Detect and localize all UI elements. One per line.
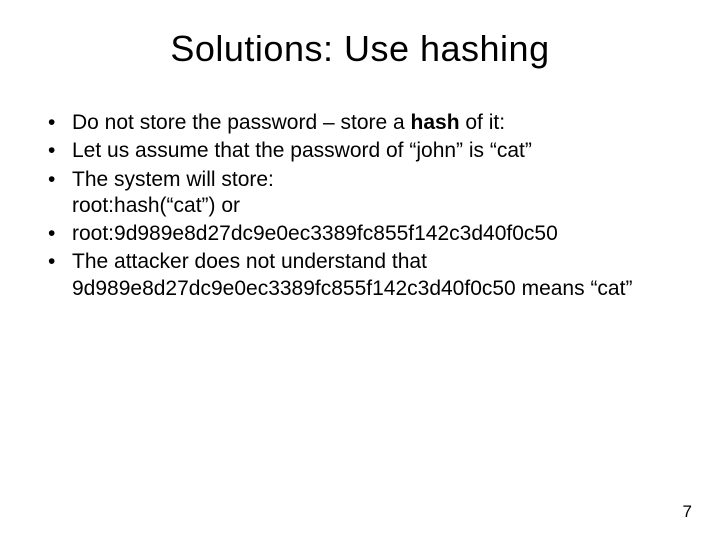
bullet-text-pre: Do not store the password – store a	[72, 111, 411, 134]
bullet-text: root:9d989e8d27dc9e0ec3389fc855f142c3d40…	[72, 222, 558, 245]
list-item: The system will store: root:hash(“cat”) …	[48, 167, 684, 220]
bullet-text: The attacker does not understand that 9d…	[72, 250, 632, 299]
list-item: Let us assume that the password of “john…	[48, 138, 684, 164]
list-item: The attacker does not understand that 9d…	[48, 249, 684, 302]
bullet-text: Let us assume that the password of “john…	[72, 139, 532, 162]
list-item: root:9d989e8d27dc9e0ec3389fc855f142c3d40…	[48, 221, 684, 247]
bullet-text: The system will store: root:hash(“cat”) …	[72, 168, 274, 217]
bullet-text-post: of it:	[460, 111, 506, 134]
page-number: 7	[683, 502, 692, 522]
list-item: Do not store the password – store a hash…	[48, 110, 684, 136]
slide-title: Solutions: Use hashing	[36, 28, 684, 70]
bullet-text-strong: hash	[411, 111, 460, 134]
bullet-list: Do not store the password – store a hash…	[36, 110, 684, 302]
slide: Solutions: Use hashing Do not store the …	[0, 0, 720, 540]
